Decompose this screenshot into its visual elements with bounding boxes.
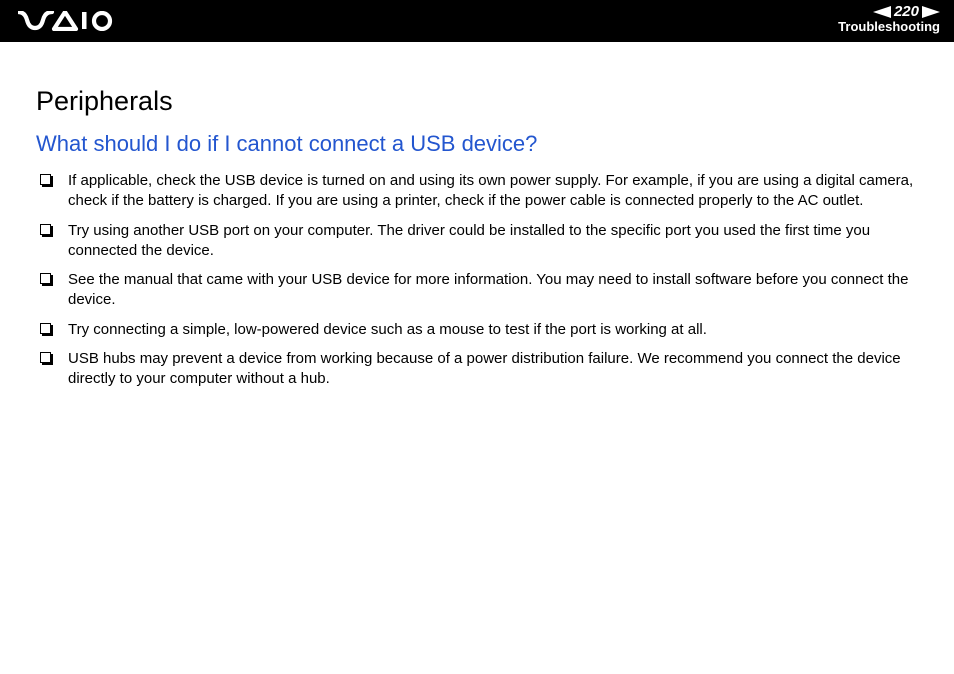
list-item-text: USB hubs may prevent a device from worki… [68,350,901,387]
list-item-text: Try connecting a simple, low-powered dev… [68,321,707,338]
list-item-text: Try using another USB port on your compu… [68,222,870,259]
list-item: Try connecting a simple, low-powered dev… [36,320,918,340]
page-title: Peripherals [36,86,918,117]
next-page-arrow-icon[interactable] [922,6,940,18]
page-subtitle: What should I do if I cannot connect a U… [36,131,918,157]
bullet-icon [40,273,51,284]
bullet-icon [40,323,51,334]
list-item: If applicable, check the USB device is t… [36,171,918,212]
list-item: See the manual that came with your USB d… [36,270,918,311]
section-title: Troubleshooting [838,20,940,34]
list-item-text: See the manual that came with your USB d… [68,271,908,308]
list-item: Try using another USB port on your compu… [36,221,918,262]
bullet-icon [40,224,51,235]
prev-page-arrow-icon[interactable] [873,6,891,18]
page-header: 220 Troubleshooting [0,0,954,42]
list-item: USB hubs may prevent a device from worki… [36,349,918,390]
vaio-logo [18,11,114,31]
bullet-icon [40,174,51,185]
page-content: Peripherals What should I do if I cannot… [0,42,954,389]
page-number: 220 [892,4,921,21]
header-right: 220 Troubleshooting [838,4,940,35]
list-item-text: If applicable, check the USB device is t… [68,172,913,209]
troubleshooting-list: If applicable, check the USB device is t… [36,171,918,389]
bullet-icon [40,352,51,363]
